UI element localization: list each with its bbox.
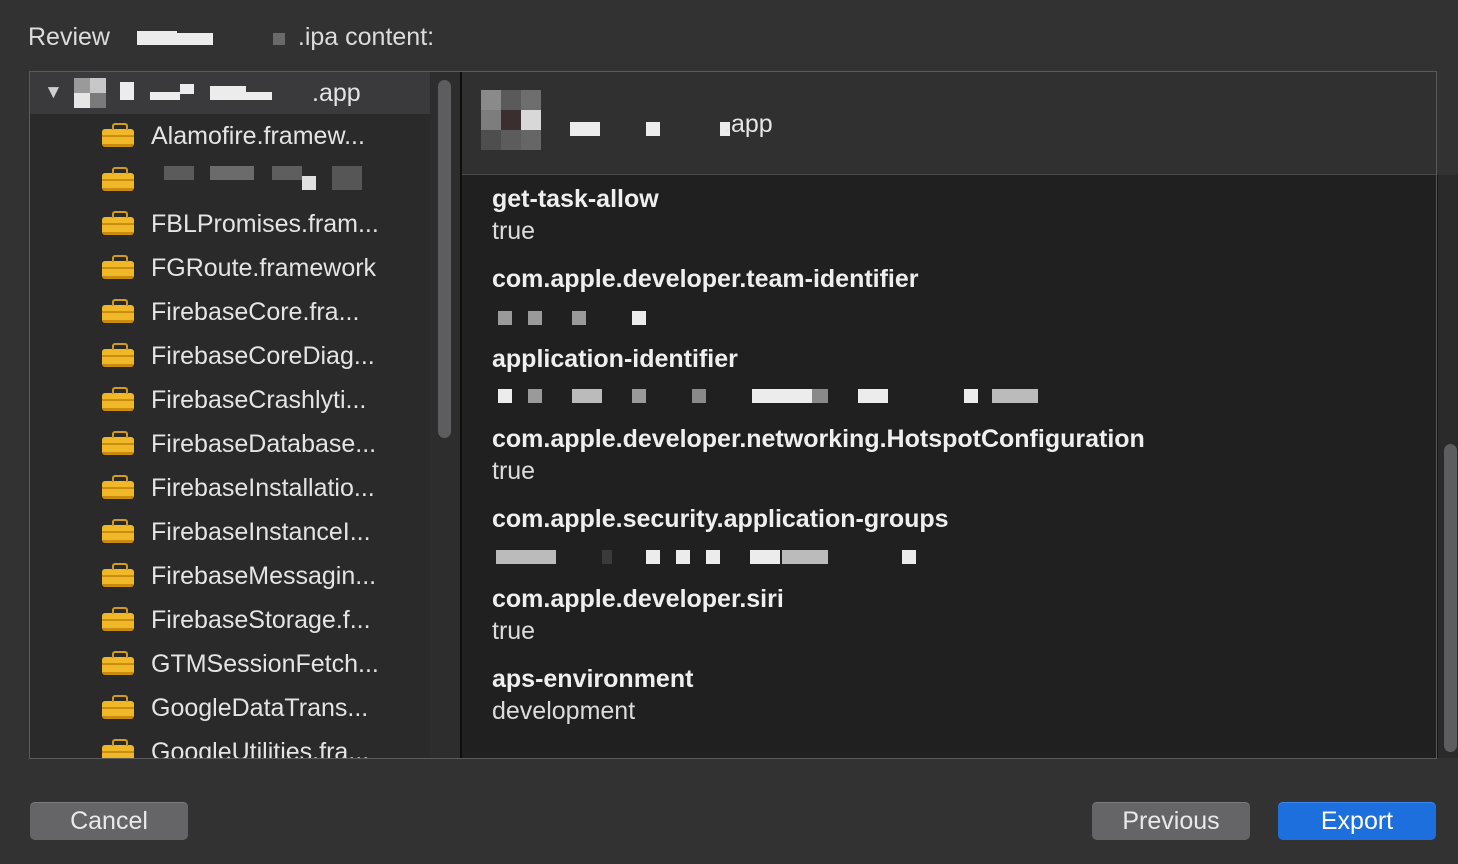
title-suffix: .ipa content: xyxy=(297,22,435,51)
tree-item[interactable]: FBLPromises.fram... xyxy=(30,202,430,246)
tree-item[interactable]: GTMSessionFetch... xyxy=(30,642,430,686)
entitlement-key: com.apple.security.application-groups xyxy=(492,505,949,533)
redacted-text xyxy=(570,122,730,138)
entitlement-value: true xyxy=(492,217,536,245)
tree-item[interactable]: GoogleDataTrans... xyxy=(30,686,430,730)
tree-item-label: FirebaseDatabase... xyxy=(151,429,377,458)
briefcase-icon xyxy=(102,211,136,235)
entitlement-item: com.apple.developer.networking.HotspotCo… xyxy=(492,424,1145,504)
entitlement-item: get-task-allow true xyxy=(492,184,1145,264)
tree-item-label: FGRoute.framework xyxy=(151,253,377,282)
entitlement-key: application-identifier xyxy=(492,345,738,373)
briefcase-icon xyxy=(102,695,136,719)
sidebar-scrollbar-thumb[interactable] xyxy=(438,80,451,438)
tree-item-label: GoogleDataTrans... xyxy=(151,693,369,722)
entitlement-item: com.apple.security.application-groups xyxy=(492,504,1145,584)
entitlement-key: com.apple.developer.team-identifier xyxy=(492,265,919,293)
tree-item-label: FirebaseMessagin... xyxy=(151,561,377,590)
app-icon xyxy=(481,90,541,152)
title-prefix: Review xyxy=(28,22,110,51)
entitlement-value: development xyxy=(492,697,636,725)
briefcase-icon xyxy=(102,475,136,499)
briefcase-icon xyxy=(102,431,136,455)
entitlement-value: true xyxy=(492,617,536,645)
entitlement-key: aps-environment xyxy=(492,665,694,693)
dialog-title: Review .ipa content: xyxy=(28,22,434,52)
tree-item[interactable]: FirebaseInstallatio... xyxy=(30,466,430,510)
entitlement-value xyxy=(492,374,1145,408)
entitlement-item: application-identifier xyxy=(492,344,1145,424)
tree-item[interactable]: FirebaseDatabase... xyxy=(30,422,430,466)
briefcase-icon xyxy=(102,343,136,367)
entitlement-value: true xyxy=(492,457,536,485)
tree-item-label: GTMSessionFetch... xyxy=(151,649,379,678)
briefcase-icon xyxy=(102,123,136,147)
entitlement-value xyxy=(492,294,1145,328)
bundle-tree[interactable]: ▼ .app Alamofire.framew... FBLPromises.f… xyxy=(30,72,430,758)
entitlement-item: com.apple.developer.team-identifier xyxy=(492,264,1145,344)
briefcase-icon xyxy=(102,739,136,758)
tree-item-label: FirebaseCoreDiag... xyxy=(151,341,375,370)
app-icon-small xyxy=(74,78,106,108)
briefcase-icon xyxy=(102,255,136,279)
entitlements-detail: .app get-task-allow true com.apple.devel… xyxy=(462,72,1458,758)
tree-item[interactable]: FirebaseCrashlyti... xyxy=(30,378,430,422)
tree-item[interactable]: FirebaseCore.fra... xyxy=(30,290,430,334)
entitlement-item: com.apple.developer.siri true xyxy=(492,584,1145,664)
detail-scrollbar-thumb[interactable] xyxy=(1444,444,1457,752)
redacted-text xyxy=(164,166,364,194)
tree-item-label: FirebaseStorage.f... xyxy=(151,605,371,634)
tree-item-label: FirebaseInstanceI... xyxy=(151,517,371,546)
export-button[interactable]: Export xyxy=(1278,802,1436,840)
entitlement-item: aps-environment development xyxy=(492,664,1145,744)
entitlement-key: get-task-allow xyxy=(492,185,659,213)
entitlement-value xyxy=(492,534,1145,568)
tree-item-label: Alamofire.framew... xyxy=(151,121,365,150)
disclosure-triangle-icon[interactable]: ▼ xyxy=(44,82,63,104)
redacted-text xyxy=(492,389,1052,404)
tree-root-label: .app xyxy=(312,78,361,107)
entitlement-key: com.apple.developer.networking.HotspotCo… xyxy=(492,425,1145,453)
redacted-text xyxy=(492,550,932,565)
cancel-button[interactable]: Cancel xyxy=(30,802,188,840)
tree-item-label: FBLPromises.fram... xyxy=(151,209,379,238)
tree-root-app[interactable]: ▼ .app xyxy=(30,72,430,114)
previous-button[interactable]: Previous xyxy=(1092,802,1250,840)
briefcase-icon xyxy=(102,563,136,587)
app-name: .app xyxy=(724,110,773,138)
entitlement-key: com.apple.developer.siri xyxy=(492,585,784,613)
redacted-text xyxy=(131,27,291,47)
tree-item[interactable]: FirebaseInstanceI... xyxy=(30,510,430,554)
tree-item-label: FirebaseInstallatio... xyxy=(151,473,375,502)
tree-item-label: FirebaseCrashlyti... xyxy=(151,385,367,414)
briefcase-icon xyxy=(102,387,136,411)
tree-item[interactable]: GoogleUtilities.fra... xyxy=(30,730,430,758)
sidebar-scrollbar[interactable] xyxy=(430,72,461,758)
tree-item-label: GoogleUtilities.fra... xyxy=(151,737,370,759)
tree-item[interactable]: FirebaseStorage.f... xyxy=(30,598,430,642)
detail-header: .app xyxy=(462,72,1436,175)
tree-item[interactable]: Alamofire.framew... xyxy=(30,114,430,158)
content-review-panel: ▼ .app Alamofire.framew... FBLPromises.f… xyxy=(29,71,1458,759)
tree-item[interactable]: FirebaseMessagin... xyxy=(30,554,430,598)
entitlements-list: get-task-allow true com.apple.developer.… xyxy=(492,184,1145,744)
briefcase-icon xyxy=(102,299,136,323)
redacted-text xyxy=(120,82,280,104)
tree-item[interactable]: FGRoute.framework xyxy=(30,246,430,290)
tree-item[interactable] xyxy=(30,158,430,202)
tree-item-label: FirebaseCore.fra... xyxy=(151,297,360,326)
tree-item[interactable]: FirebaseCoreDiag... xyxy=(30,334,430,378)
briefcase-icon xyxy=(102,167,136,191)
redacted-text xyxy=(492,311,652,326)
briefcase-icon xyxy=(102,519,136,543)
briefcase-icon xyxy=(102,651,136,675)
briefcase-icon xyxy=(102,607,136,631)
